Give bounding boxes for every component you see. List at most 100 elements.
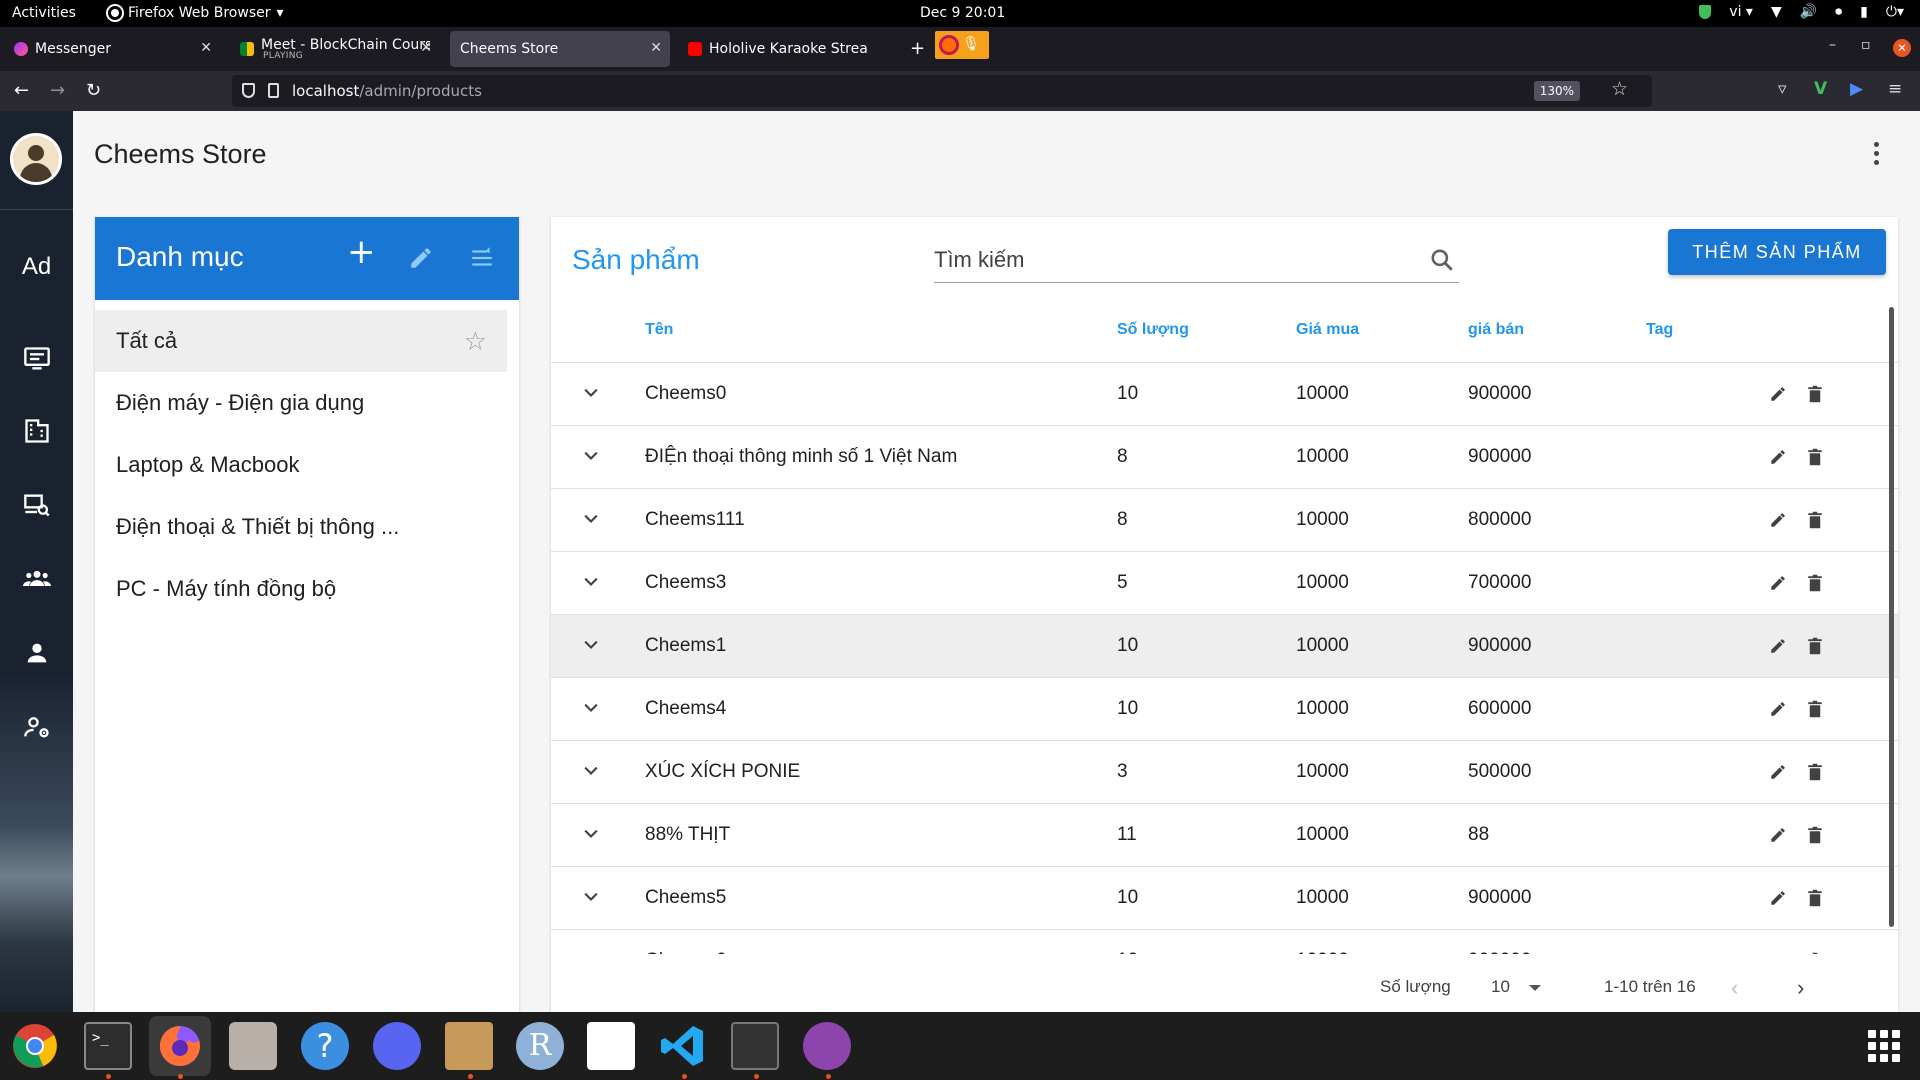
archive-manager-icon[interactable]	[445, 1022, 493, 1070]
extension-popup[interactable]: 🎙	[935, 31, 989, 59]
table-row[interactable]: Cheems1 10 10000 900000	[551, 615, 1898, 678]
url-text[interactable]: localhost/admin/products	[292, 82, 482, 100]
back-button[interactable]: ←	[14, 80, 29, 101]
sort-category-icon[interactable]	[469, 245, 495, 271]
delete-icon[interactable]	[1807, 637, 1823, 655]
screen-search-icon[interactable]	[23, 491, 51, 519]
prev-page-button[interactable]: ‹	[1731, 975, 1738, 1001]
expand-row-icon[interactable]	[581, 761, 601, 781]
system-monitor-icon[interactable]	[731, 1022, 779, 1070]
delete-icon[interactable]	[1807, 763, 1823, 781]
more-vert-icon[interactable]	[1874, 142, 1880, 169]
tab-meet[interactable]: Meet - BlockChain Course PLAYING ✕	[230, 31, 440, 67]
building-icon[interactable]	[23, 417, 51, 445]
system-tray[interactable]: vi ▾ ▼ 🔊 ⏺ ▮ ⏻▾	[1699, 4, 1904, 20]
expand-row-icon[interactable]	[581, 572, 601, 592]
add-product-button[interactable]: THÊM SẢN PHẨM	[1668, 229, 1886, 275]
chevron-down-icon[interactable]	[1529, 985, 1541, 991]
reload-button[interactable]: ↻	[86, 80, 101, 101]
minimize-button[interactable]: –	[1829, 37, 1836, 53]
category-item-all[interactable]: Tất cả ☆	[95, 310, 507, 372]
chrome-icon[interactable]	[11, 1022, 59, 1070]
tab-hololive[interactable]: Hololive Karaoke Stream	[678, 31, 878, 67]
help-icon[interactable]: ?	[301, 1022, 349, 1070]
add-category-button[interactable]: +	[347, 235, 376, 269]
person-icon[interactable]	[23, 639, 51, 667]
app-menu[interactable]: Firefox Web Browser ▾	[108, 5, 284, 21]
edit-icon[interactable]	[1769, 448, 1787, 466]
expand-row-icon[interactable]	[581, 509, 601, 529]
expand-row-icon[interactable]	[581, 824, 601, 844]
address-bar[interactable]: localhost/admin/products 130% ☆	[232, 75, 1652, 107]
edit-category-icon[interactable]	[408, 245, 434, 271]
close-icon[interactable]: ✕	[200, 40, 212, 56]
delete-icon[interactable]	[1807, 448, 1823, 466]
expand-row-icon[interactable]	[581, 383, 601, 403]
close-window-button[interactable]: ✕	[1893, 39, 1911, 57]
column-header-tag[interactable]: Tag	[1646, 321, 1673, 339]
expand-row-icon[interactable]	[581, 446, 601, 466]
expand-row-icon[interactable]	[581, 887, 601, 907]
edit-icon[interactable]	[1769, 385, 1787, 403]
extension-v-icon[interactable]: V	[1814, 79, 1827, 99]
category-item-phones[interactable]: Điện thoại & Thiết bị thông ...	[95, 496, 519, 558]
forward-button[interactable]: →	[50, 80, 65, 101]
bookmark-star-icon[interactable]: ☆	[1611, 78, 1628, 100]
group-icon[interactable]	[23, 565, 51, 593]
table-row[interactable]: 88% THỊT 11 10000 88	[551, 804, 1898, 867]
tab-cheems-store[interactable]: Cheems Store ✕	[450, 31, 670, 67]
avatar[interactable]	[10, 133, 62, 185]
activities-button[interactable]: Activities	[12, 5, 76, 21]
firefox-dock-slot[interactable]	[149, 1016, 211, 1076]
expand-row-icon[interactable]	[581, 698, 601, 718]
expand-row-icon[interactable]	[581, 950, 601, 954]
column-header-quantity[interactable]: Số lượng	[1117, 321, 1189, 339]
category-item-laptop[interactable]: Laptop & Macbook	[95, 434, 519, 496]
next-page-button[interactable]: ›	[1797, 975, 1804, 1001]
terminal-icon[interactable]: >_	[84, 1022, 132, 1070]
table-row[interactable]: Cheems111 8 10000 800000	[551, 489, 1898, 552]
delete-icon[interactable]	[1807, 700, 1823, 718]
new-tab-button[interactable]: +	[910, 38, 925, 59]
search-icon[interactable]	[1429, 247, 1455, 273]
category-item-appliances[interactable]: Điện máy - Điện gia dụng	[95, 372, 519, 434]
edit-icon[interactable]	[1769, 700, 1787, 718]
delete-icon[interactable]	[1807, 889, 1823, 907]
discord-icon[interactable]	[373, 1022, 421, 1070]
github-desktop-icon[interactable]	[803, 1022, 851, 1070]
delete-icon[interactable]	[1807, 574, 1823, 592]
column-header-buy-price[interactable]: Giá mua	[1296, 321, 1359, 339]
delete-icon[interactable]	[1807, 826, 1823, 844]
rows-per-page-select[interactable]: 10	[1491, 977, 1510, 997]
maximize-button[interactable]: ▫	[1861, 37, 1871, 53]
column-header-sell-price[interactable]: giá bán	[1468, 321, 1524, 339]
vscode-icon[interactable]	[659, 1022, 707, 1070]
edit-icon[interactable]	[1769, 889, 1787, 907]
close-icon[interactable]: ✕	[420, 40, 432, 56]
extension-play-icon[interactable]: ▶	[1850, 79, 1863, 99]
pocket-icon[interactable]: ▿	[1778, 79, 1787, 99]
edit-icon[interactable]	[1769, 952, 1787, 954]
edit-icon[interactable]	[1769, 763, 1787, 781]
clock[interactable]: Dec 9 20:01	[920, 5, 1005, 21]
delete-icon[interactable]	[1807, 511, 1823, 529]
expand-row-icon[interactable]	[581, 635, 601, 655]
delete-icon[interactable]	[1807, 385, 1823, 403]
hamburger-menu-icon[interactable]: ≡	[1888, 79, 1902, 99]
user-settings-icon[interactable]	[23, 713, 51, 741]
table-row[interactable]: Cheems0 10 10000 900000	[551, 363, 1898, 426]
monitor-icon[interactable]	[23, 345, 51, 373]
edit-icon[interactable]	[1769, 511, 1787, 529]
table-row[interactable]: Cheems6 10 10000 900000	[551, 930, 1898, 954]
column-header-name[interactable]: Tên	[645, 321, 673, 339]
edit-icon[interactable]	[1769, 574, 1787, 592]
edit-icon[interactable]	[1769, 826, 1787, 844]
show-applications-icon[interactable]	[1868, 1030, 1900, 1062]
page-info-icon[interactable]	[268, 83, 279, 98]
star-outline-icon[interactable]: ☆	[464, 326, 487, 357]
search-input[interactable]	[934, 245, 1414, 275]
tracking-protection-icon[interactable]	[242, 83, 255, 98]
table-row[interactable]: Cheems3 5 10000 700000	[551, 552, 1898, 615]
category-item-pc[interactable]: PC - Máy tính đồng bộ	[95, 558, 519, 620]
table-row[interactable]: Cheems4 10 10000 600000	[551, 678, 1898, 741]
